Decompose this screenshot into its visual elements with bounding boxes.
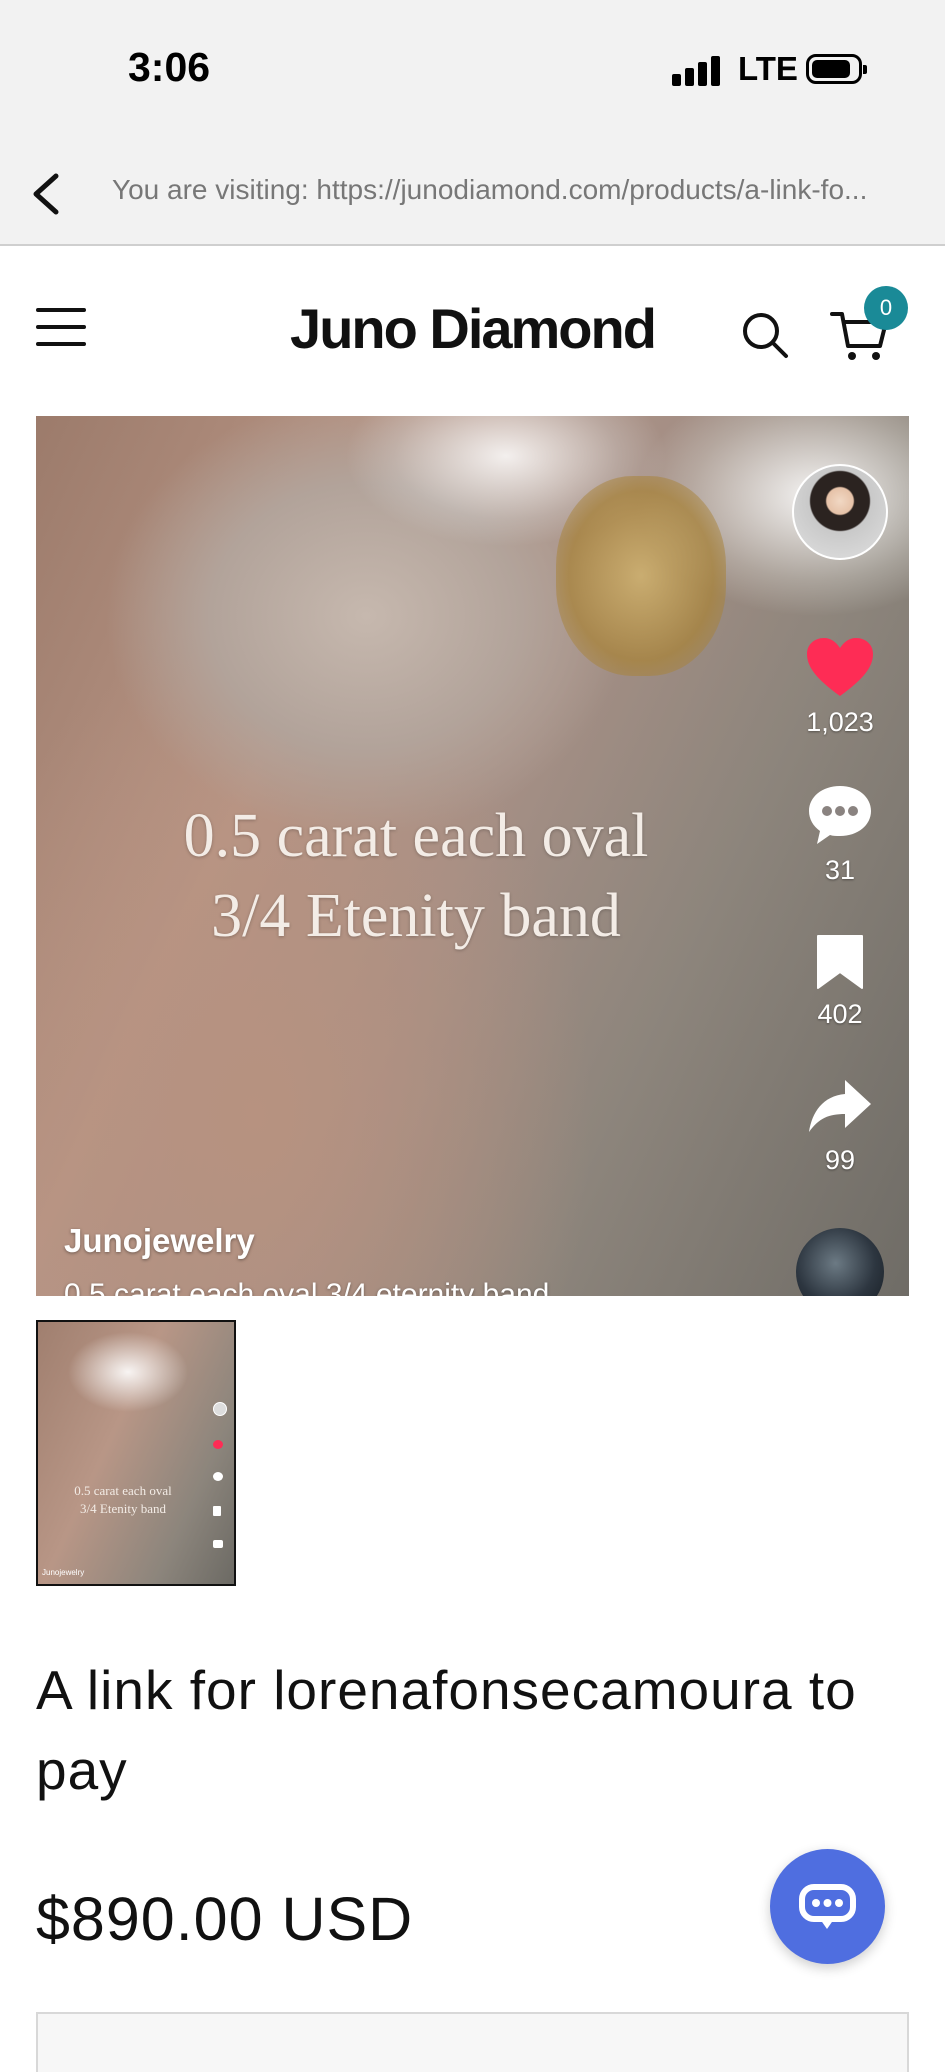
video-caption-line1: 0.5 carat each oval (183, 802, 649, 870)
status-time: 3:06 (128, 44, 211, 90)
share-count: 99 (824, 1145, 856, 1175)
cart-count-badge: 0 (864, 286, 908, 330)
thumbnail-username: Junojewelry (42, 1568, 85, 1577)
thumbnail-caption-line2: 3/4 Etenity band (80, 1501, 166, 1516)
like-button[interactable]: 1,023 (780, 636, 900, 738)
thumbnail-comment-icon (213, 1472, 223, 1481)
thumbnail-heart-icon (213, 1440, 223, 1449)
search-button[interactable] (740, 310, 790, 360)
store-logo[interactable]: Juno Diamond (0, 296, 945, 361)
music-disc-icon[interactable] (796, 1228, 884, 1296)
chevron-left-icon (33, 173, 59, 215)
status-bar: 3:06 LTE (0, 0, 945, 130)
thumbnail-avatar (213, 1402, 227, 1416)
comment-count: 31 (824, 855, 856, 885)
ring-image (556, 476, 726, 676)
product-thumbnail[interactable]: 0.5 carat each oval 3/4 Etenity band Jun… (36, 1320, 236, 1586)
comment-icon (809, 786, 871, 844)
video-caption-line2: 3/4 Etenity band (211, 882, 621, 950)
quantity-box[interactable] (36, 2012, 909, 2072)
creator-avatar[interactable] (792, 464, 888, 560)
thumbnail-caption: 0.5 carat each oval 3/4 Etenity band (38, 1482, 208, 1518)
heart-icon (807, 638, 873, 696)
chat-button[interactable] (770, 1849, 885, 1964)
product-price: $890.00 USD (36, 1885, 414, 1953)
bookmark-icon (817, 935, 863, 989)
thumbnail-bookmark-icon (213, 1506, 221, 1516)
product-title: A link for lorenafonsecamoura to pay (36, 1659, 857, 1801)
share-icon (809, 1080, 871, 1132)
battery-icon (806, 54, 867, 84)
like-count: 1,023 (806, 707, 874, 737)
store-header: Juno Diamond 0 (0, 246, 945, 416)
search-icon (743, 313, 788, 358)
share-button[interactable]: 99 (780, 1076, 900, 1176)
chat-bot-icon (799, 1884, 856, 1929)
thumbnail-share-icon (213, 1540, 223, 1548)
save-button[interactable]: 402 (780, 932, 900, 1030)
comment-button[interactable]: 31 (780, 782, 900, 886)
network-label: LTE (738, 50, 798, 87)
thumbnail-caption-line1: 0.5 carat each oval (74, 1483, 172, 1498)
visit-bar: You are visiting: https://junodiamond.co… (0, 130, 945, 246)
video-description: 0.5 carat each oval 3/4 eternity band (64, 1278, 550, 1296)
save-count: 402 (817, 999, 863, 1029)
video-username[interactable]: Junojewelry (64, 1222, 255, 1260)
signal-icon (672, 56, 722, 86)
back-button[interactable] (24, 170, 72, 218)
visiting-url-text: You are visiting: https://junodiamond.co… (112, 174, 868, 205)
product-video[interactable]: 0.5 carat each oval 3/4 Etenity band 1,0… (36, 416, 909, 1296)
video-caption: 0.5 carat each oval 3/4 Etenity band (36, 796, 796, 956)
